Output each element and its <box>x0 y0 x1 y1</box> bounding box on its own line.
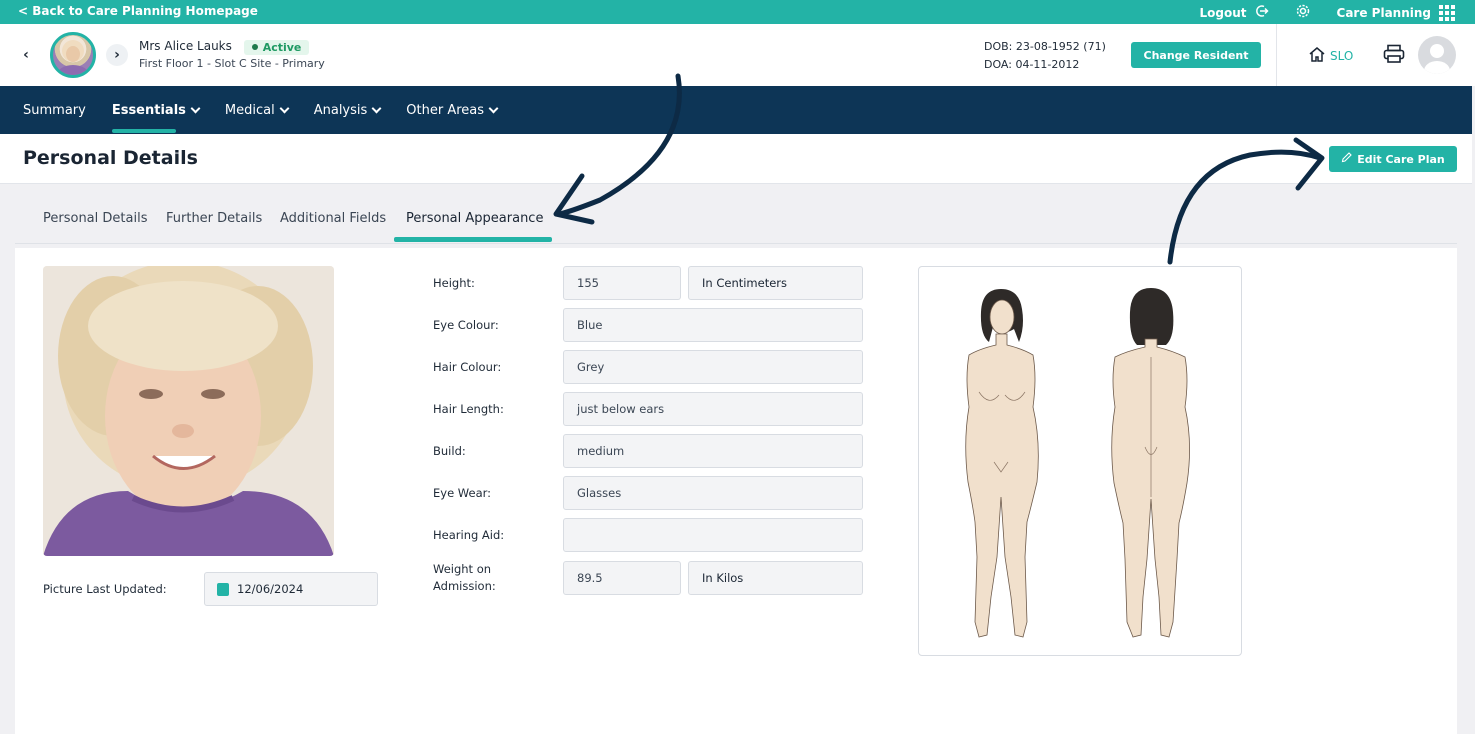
chevron-down-icon <box>279 103 290 113</box>
nav-summary-label: Summary <box>23 102 86 118</box>
status-label: Active <box>262 40 302 54</box>
body-map-panel <box>918 266 1242 656</box>
resident-name: Mrs Alice Lauks <box>139 39 232 53</box>
nav-medical[interactable]: Medical <box>224 86 290 134</box>
logout-icon[interactable] <box>1255 4 1269 21</box>
logout-link[interactable]: Logout <box>1200 6 1247 20</box>
nav-essentials[interactable]: Essentials <box>111 86 201 134</box>
previous-resident-button[interactable]: ‹ <box>15 44 37 66</box>
build-label: Build: <box>433 444 466 458</box>
hearing-aid-label: Hearing Aid: <box>433 528 505 542</box>
active-tab-indicator <box>394 237 552 242</box>
nav-summary[interactable]: Summary <box>23 86 86 134</box>
nav-other-areas-label: Other Areas <box>406 102 485 118</box>
weight-label-line-2: Admission: <box>433 579 496 593</box>
eye-wear-label: Eye Wear: <box>433 486 492 500</box>
eye-colour-input[interactable]: Blue <box>563 308 863 342</box>
chevron-down-icon <box>190 103 201 113</box>
page-title: Personal Details <box>23 147 198 169</box>
weight-on-admission-label: Weight on Admission: <box>433 561 496 595</box>
hair-length-input[interactable]: just below ears <box>563 392 863 426</box>
main-navigation: Summary Essentials Medical Analysis Othe… <box>0 86 1472 134</box>
nav-analysis[interactable]: Analysis <box>313 86 382 134</box>
edit-care-plan-button[interactable]: Edit Care Plan <box>1329 146 1457 172</box>
user-avatar[interactable] <box>1418 36 1456 74</box>
tab-additional-fields[interactable]: Additional Fields <box>280 211 386 226</box>
calendar-icon <box>217 582 229 596</box>
resident-dates: DOB: 23-08-1952 (71) DOA: 04-11-2012 <box>984 38 1106 74</box>
resident-header: ‹ › Mrs Alice Lauks Active First Floor 1… <box>0 24 1475 86</box>
app-grid-icon[interactable] <box>1439 4 1455 21</box>
resident-name-row: Mrs Alice Lauks Active <box>139 39 310 55</box>
weight-unit-select[interactable]: In Kilos <box>688 561 863 595</box>
print-icon[interactable] <box>1383 44 1405 68</box>
change-resident-button[interactable]: Change Resident <box>1131 42 1261 68</box>
resident-photo <box>43 266 334 556</box>
height-label: Height: <box>433 276 475 290</box>
weight-label-line-1: Weight on <box>433 562 492 576</box>
edit-care-plan-label: Edit Care Plan <box>1357 152 1445 166</box>
app-name-label: Care Planning <box>1336 5 1431 20</box>
hair-colour-input[interactable]: Grey <box>563 350 863 384</box>
height-input[interactable]: 155 <box>563 266 681 300</box>
tab-personal-details[interactable]: Personal Details <box>43 211 147 226</box>
hearing-aid-input[interactable] <box>563 518 863 552</box>
next-resident-button[interactable]: › <box>106 44 128 66</box>
chevron-down-icon <box>488 103 499 113</box>
picture-last-updated-label: Picture Last Updated: <box>43 582 167 596</box>
settings-gear-icon[interactable] <box>1295 3 1311 22</box>
resident-location: First Floor 1 - Slot C Site - Primary <box>139 57 325 70</box>
header-divider <box>1276 24 1277 86</box>
home-icon <box>1308 46 1326 65</box>
eye-wear-input[interactable]: Glasses <box>563 476 863 510</box>
height-unit-select[interactable]: In Centimeters <box>688 266 863 300</box>
picture-date-field[interactable]: 12/06/2024 <box>204 572 378 606</box>
weight-input[interactable]: 89.5 <box>563 561 681 595</box>
details-tabs: Personal Details Further Details Additio… <box>15 184 1457 244</box>
top-bar: < Back to Care Planning Homepage Logout … <box>0 0 1475 24</box>
status-dot-icon <box>251 44 258 50</box>
hair-length-label: Hair Length: <box>433 402 504 416</box>
body-front-figure <box>965 289 1039 638</box>
page-title-bar: Personal Details Edit Care Plan <box>0 134 1472 184</box>
picture-date-value: 12/06/2024 <box>237 582 304 596</box>
date-of-admission: DOA: 04-11-2012 <box>984 58 1080 71</box>
tab-personal-appearance[interactable]: Personal Appearance <box>406 211 543 226</box>
status-badge: Active <box>243 39 310 55</box>
home-site-link[interactable]: SLO <box>1308 46 1353 65</box>
body-back-figure <box>1111 288 1190 638</box>
pencil-icon <box>1341 152 1352 166</box>
body-map-figures[interactable] <box>919 267 1241 655</box>
nav-analysis-label: Analysis <box>313 102 368 118</box>
resident-avatar <box>50 32 96 78</box>
back-to-homepage-link[interactable]: < Back to Care Planning Homepage <box>18 4 258 18</box>
nav-medical-label: Medical <box>224 102 275 118</box>
eye-colour-label: Eye Colour: <box>433 318 499 332</box>
date-of-birth: DOB: 23-08-1952 (71) <box>984 40 1106 53</box>
tab-further-details[interactable]: Further Details <box>166 211 262 226</box>
build-input[interactable]: medium <box>563 434 863 468</box>
home-site-label: SLO <box>1330 48 1354 63</box>
nav-essentials-label: Essentials <box>111 102 186 118</box>
hair-colour-label: Hair Colour: <box>433 360 502 374</box>
nav-other-areas[interactable]: Other Areas <box>406 86 499 134</box>
chevron-down-icon <box>371 103 382 113</box>
